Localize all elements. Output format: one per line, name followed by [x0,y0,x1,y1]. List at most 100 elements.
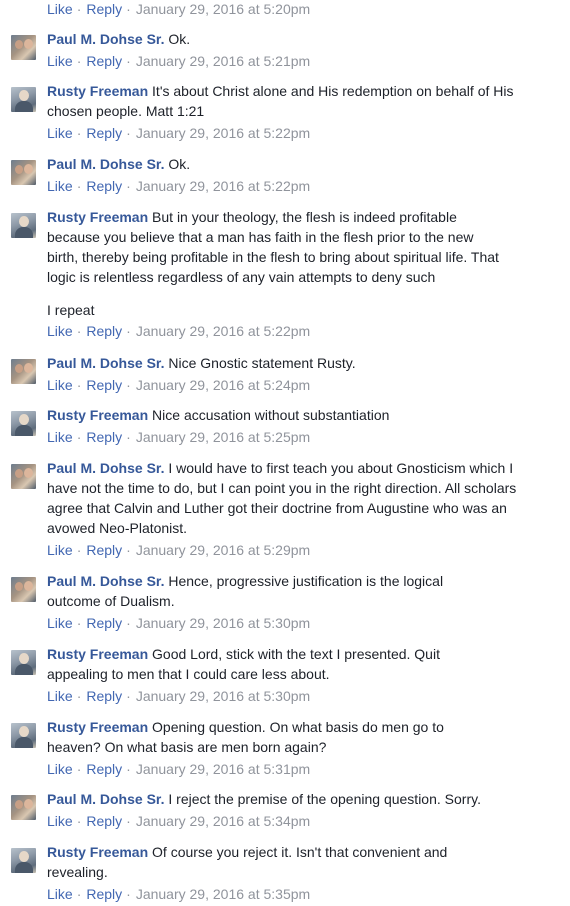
timestamp-link[interactable]: January 29, 2016 at 5:24pm [136,377,310,393]
reply-link[interactable]: Reply [86,688,122,704]
reply-link[interactable]: Reply [86,323,122,339]
author-name[interactable]: Rusty Freeman [47,844,148,860]
comment-actions: Like · Reply · January 29, 2016 at 5:34pm [47,811,310,831]
separator: · [126,323,131,339]
avatar[interactable] [11,359,36,384]
timestamp-link[interactable]: January 29, 2016 at 5:22pm [136,178,310,194]
like-link[interactable]: Like [47,688,73,704]
avatar[interactable] [11,87,36,112]
like-link[interactable]: Like [47,377,73,393]
avatar[interactable] [11,723,36,748]
like-link[interactable]: Like [47,125,73,141]
avatar[interactable] [11,411,36,436]
like-link[interactable]: Like [47,615,73,631]
author-name[interactable]: Paul M. Dohse Sr. [47,460,164,476]
timestamp-link[interactable]: January 29, 2016 at 5:22pm [136,323,310,339]
avatar[interactable] [11,464,36,489]
comment-text: Nice Gnostic statement Rusty. [168,355,356,371]
separator: · [126,615,131,631]
like-link[interactable]: Like [47,761,73,777]
author-name[interactable]: Rusty Freeman [47,646,148,662]
comment-body: Rusty Freeman It's about Christ alone an… [47,81,537,121]
like-link[interactable]: Like [47,53,73,69]
reply-link[interactable]: Reply [86,615,122,631]
separator: · [126,178,131,194]
author-name[interactable]: Paul M. Dohse Sr. [47,31,164,47]
separator: · [126,761,131,777]
avatar[interactable] [11,577,36,602]
author-name[interactable]: Paul M. Dohse Sr. [47,156,164,172]
like-link[interactable]: Like [47,886,73,902]
timestamp-link[interactable]: January 29, 2016 at 5:35pm [136,886,310,902]
comment-body: Rusty Freeman Good Lord, stick with the … [47,644,487,684]
comment-body: Rusty Freeman Of course you reject it. I… [47,842,487,882]
reply-link[interactable]: Reply [86,761,122,777]
avatar[interactable] [11,795,36,820]
timestamp-link[interactable]: January 29, 2016 at 5:30pm [136,688,310,704]
like-link[interactable]: Like [47,1,73,17]
like-link[interactable]: Like [47,178,73,194]
separator: · [126,542,131,558]
comment-actions: Like · Reply · January 29, 2016 at 5:22pm [47,321,310,341]
author-name[interactable]: Paul M. Dohse Sr. [47,573,164,589]
timestamp-link[interactable]: January 29, 2016 at 5:30pm [136,615,310,631]
reply-link[interactable]: Reply [86,377,122,393]
comment-text-paragraph: I repeat [47,302,95,318]
separator: · [76,53,82,69]
reply-link[interactable]: Reply [86,53,122,69]
author-name[interactable]: Paul M. Dohse Sr. [47,355,164,371]
comment-body: Rusty Freeman But in your theology, the … [47,207,507,320]
separator: · [76,377,82,393]
reply-link[interactable]: Reply [86,429,122,445]
like-link[interactable]: Like [47,323,73,339]
comment-body: Paul M. Dohse Sr. Ok. [47,29,547,49]
avatar[interactable] [11,213,36,238]
comment-body: Paul M. Dohse Sr. I would have to first … [47,458,532,538]
avatar[interactable] [11,35,36,60]
timestamp-link[interactable]: January 29, 2016 at 5:29pm [136,542,310,558]
comment-actions: Like · Reply · January 29, 2016 at 5:21pm [47,51,310,71]
separator: · [76,1,82,17]
reply-link[interactable]: Reply [86,178,122,194]
separator: · [126,886,131,902]
like-link[interactable]: Like [47,542,73,558]
comment-text: I reject the premise of the opening ques… [168,791,481,807]
comment-body: Paul M. Dohse Sr. I reject the premise o… [47,789,547,809]
separator: · [76,323,82,339]
separator: · [126,688,131,704]
avatar[interactable] [11,650,36,675]
separator: · [126,53,131,69]
reply-link[interactable]: Reply [86,125,122,141]
timestamp-link[interactable]: January 29, 2016 at 5:21pm [136,53,310,69]
like-link[interactable]: Like [47,813,73,829]
comment-text: Nice accusation without substantiation [152,407,390,423]
timestamp-link[interactable]: January 29, 2016 at 5:20pm [136,1,310,17]
comment-text: Ok. [168,156,191,172]
comment-actions: Like · Reply · January 29, 2016 at 5:29pm [47,540,310,560]
reply-link[interactable]: Reply [86,1,122,17]
avatar[interactable] [11,160,36,185]
separator: · [76,813,82,829]
reply-link[interactable]: Reply [86,813,122,829]
avatar[interactable] [11,848,36,873]
comment-thread: Like · Reply · January 29, 2016 at 5:20pm Pa… [0,0,570,906]
comment-actions: Like · Reply · January 29, 2016 at 5:22pm [47,123,310,143]
separator: · [76,429,82,445]
author-name[interactable]: Paul M. Dohse Sr. [47,791,164,807]
separator: · [76,615,82,631]
separator: · [126,125,131,141]
author-name[interactable]: Rusty Freeman [47,209,148,225]
timestamp-link[interactable]: January 29, 2016 at 5:31pm [136,761,310,777]
author-name[interactable]: Rusty Freeman [47,407,148,423]
separator: · [76,761,82,777]
like-link[interactable]: Like [47,429,73,445]
author-name[interactable]: Rusty Freeman [47,719,148,735]
author-name[interactable]: Rusty Freeman [47,83,148,99]
separator: · [126,377,131,393]
timestamp-link[interactable]: January 29, 2016 at 5:25pm [136,429,310,445]
reply-link[interactable]: Reply [86,886,122,902]
comment-text: Ok. [168,31,191,47]
timestamp-link[interactable]: January 29, 2016 at 5:34pm [136,813,310,829]
timestamp-link[interactable]: January 29, 2016 at 5:22pm [136,125,310,141]
reply-link[interactable]: Reply [86,542,122,558]
